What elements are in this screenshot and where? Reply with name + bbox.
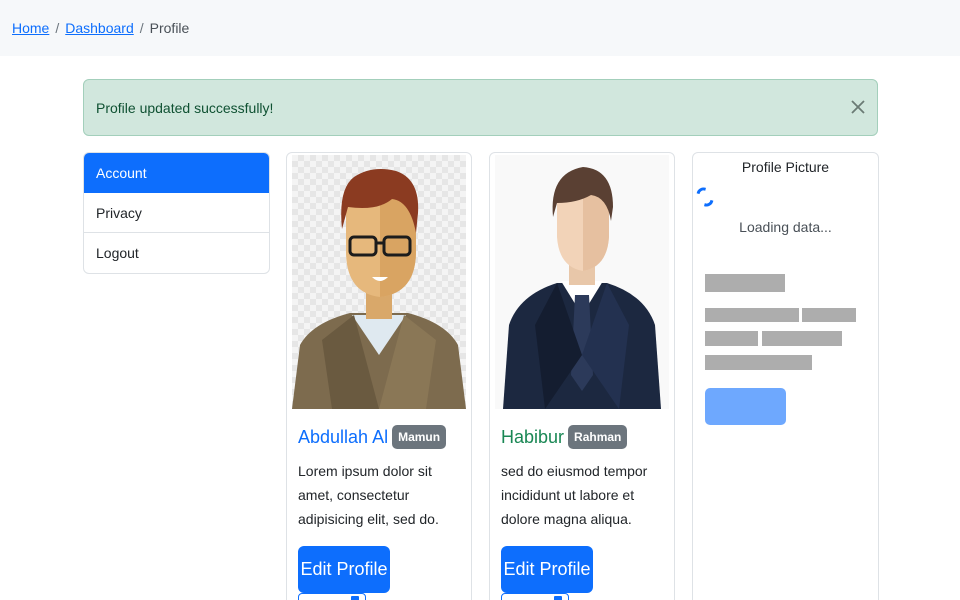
breadcrumb-dashboard-link[interactable]: Dashboard — [65, 20, 134, 36]
profile-picture-title: Profile Picture — [741, 159, 830, 175]
profile-picture-card: Profile Picture Loading data... — [692, 152, 879, 600]
breadcrumb-current: Profile — [149, 20, 190, 36]
breadcrumb-bar: Home / Dashboard / Profile — [0, 0, 960, 56]
profile-name-badge: Rahman — [568, 425, 628, 449]
placeholder-button — [705, 388, 786, 425]
profile-card: Abdullah Al Mamun Lorem ipsum dolor sit … — [286, 152, 472, 600]
card-title: Abdullah Al Mamun — [298, 425, 447, 449]
loading-text: Loading data... — [739, 219, 832, 235]
breadcrumb-home-link[interactable]: Home — [12, 20, 49, 36]
edit-profile-button[interactable]: Edit Profile — [298, 546, 390, 593]
edit-profile-button[interactable]: Edit Profile — [501, 546, 593, 593]
card-title: Habibur Rahman — [501, 425, 628, 449]
profile-description: sed do eiusmod tempor incididunt ut labo… — [501, 463, 648, 527]
profile-first-name: Habibur — [501, 426, 565, 447]
placeholder-bar — [705, 274, 785, 292]
profile-avatar-image — [495, 155, 669, 409]
placeholder-bar — [705, 355, 812, 370]
profile-card: Habibur Rahman sed do eiusmod tempor inc… — [489, 152, 675, 600]
sidebar-item-account[interactable]: Account — [84, 153, 269, 193]
profile-avatar-image — [292, 155, 466, 409]
placeholder-bar — [802, 308, 856, 322]
close-icon[interactable] — [847, 96, 869, 118]
profile-description: Lorem ipsum dolor sit amet, consectetur … — [298, 463, 439, 527]
square-icon — [351, 596, 359, 600]
loading-spinner-icon — [693, 184, 717, 210]
placeholder-bar — [762, 331, 842, 346]
breadcrumb: Home / Dashboard / Profile — [12, 20, 189, 36]
alert-message: Profile updated successfully! — [96, 100, 274, 116]
breadcrumb-separator: / — [55, 20, 60, 36]
sidebar-menu: Account Privacy Logout — [83, 152, 270, 274]
success-alert: Profile updated successfully! — [83, 79, 878, 136]
breadcrumb-separator: / — [139, 20, 144, 36]
placeholder-bar — [705, 331, 758, 346]
sidebar-item-logout[interactable]: Logout — [84, 233, 269, 273]
secondary-button[interactable] — [298, 593, 366, 600]
sidebar-item-privacy[interactable]: Privacy — [84, 193, 269, 233]
secondary-button[interactable] — [501, 593, 569, 600]
profile-name-badge: Mamun — [392, 425, 447, 449]
placeholder-bar — [705, 308, 799, 322]
square-icon — [554, 596, 562, 600]
profile-first-name: Abdullah Al — [298, 426, 389, 447]
